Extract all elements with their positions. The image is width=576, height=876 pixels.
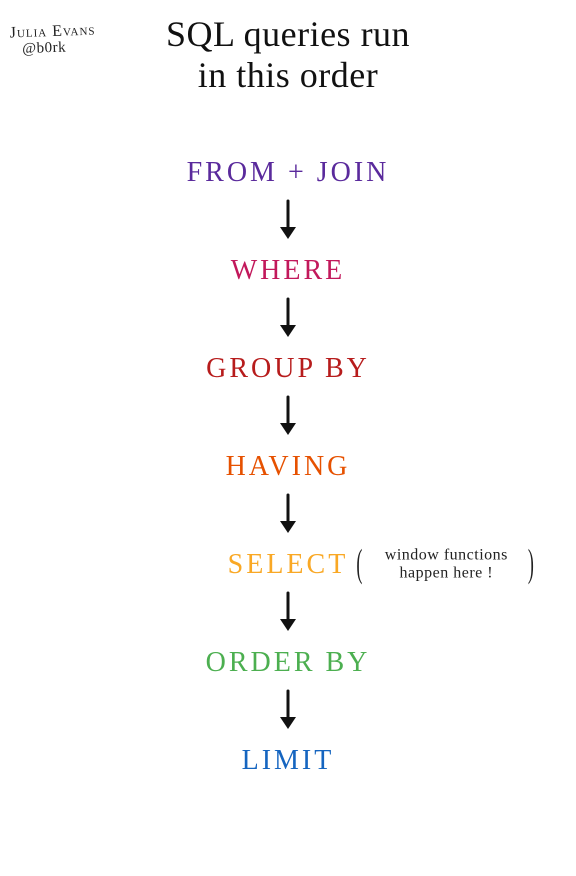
step-group-by: GROUP BY bbox=[206, 353, 370, 385]
step-limit: LIMIT bbox=[242, 745, 335, 777]
annotation-line-1: window functions bbox=[366, 546, 526, 564]
arrow-down-icon bbox=[277, 591, 299, 633]
diagram-page: Julia Evans @b0rk SQL queries run in thi… bbox=[0, 14, 576, 876]
select-annotation: window functions happen here ! bbox=[366, 546, 526, 583]
arrow-down-icon bbox=[277, 395, 299, 437]
step-having: HAVING bbox=[226, 451, 351, 483]
title-line-2: in this order bbox=[198, 55, 378, 95]
annotation-line-2: happen here ! bbox=[366, 565, 526, 583]
step-order-by: ORDER BY bbox=[206, 647, 371, 679]
arrow-down-icon bbox=[277, 199, 299, 241]
step-select: SELECT window functions happen here ! bbox=[228, 549, 349, 581]
step-select-label: SELECT bbox=[228, 549, 349, 580]
author-credit: Julia Evans @b0rk bbox=[9, 23, 96, 59]
arrow-down-icon bbox=[277, 689, 299, 731]
arrow-down-icon bbox=[277, 493, 299, 535]
step-where: WHERE bbox=[231, 255, 346, 287]
arrow-down-icon bbox=[277, 297, 299, 339]
step-from-join: FROM + JOIN bbox=[187, 157, 390, 189]
flow-sequence: FROM + JOIN WHERE GROUP BY HAVING SELECT… bbox=[0, 157, 576, 777]
author-handle: @b0rk bbox=[22, 39, 96, 57]
title-line-1: SQL queries run bbox=[166, 14, 410, 54]
